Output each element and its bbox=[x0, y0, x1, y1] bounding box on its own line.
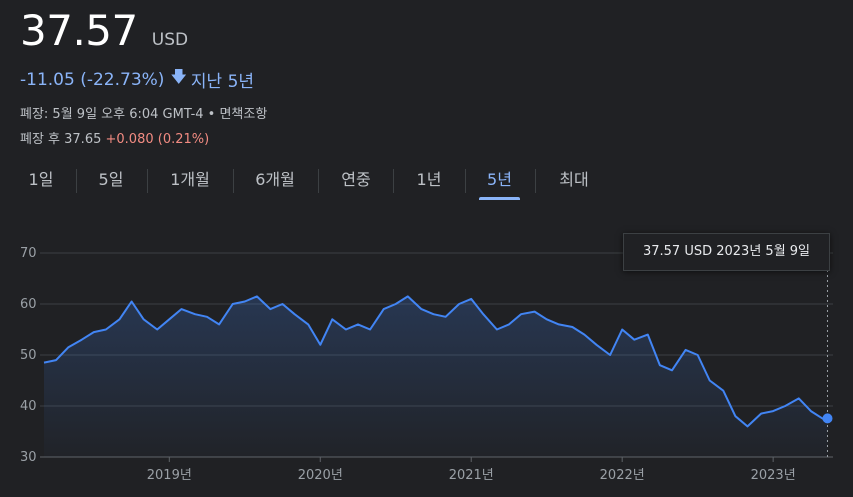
x-tick-label: 2020년 bbox=[298, 468, 343, 483]
y-tick-label: 30 bbox=[20, 450, 37, 465]
x-tick-label: 2023년 bbox=[751, 468, 796, 483]
hover-tooltip: 37.57 USD 2023년 5월 9일 bbox=[623, 233, 830, 271]
y-tick-label: 50 bbox=[20, 348, 37, 363]
current-point bbox=[822, 413, 833, 424]
y-tick-label: 60 bbox=[20, 297, 37, 312]
x-tick-label: 2022년 bbox=[600, 468, 645, 483]
y-tick-label: 40 bbox=[20, 399, 37, 414]
y-tick-label: 70 bbox=[20, 246, 37, 261]
price-area bbox=[44, 296, 828, 457]
x-tick-label: 2021년 bbox=[449, 468, 494, 483]
x-tick-label: 2019년 bbox=[147, 468, 192, 483]
